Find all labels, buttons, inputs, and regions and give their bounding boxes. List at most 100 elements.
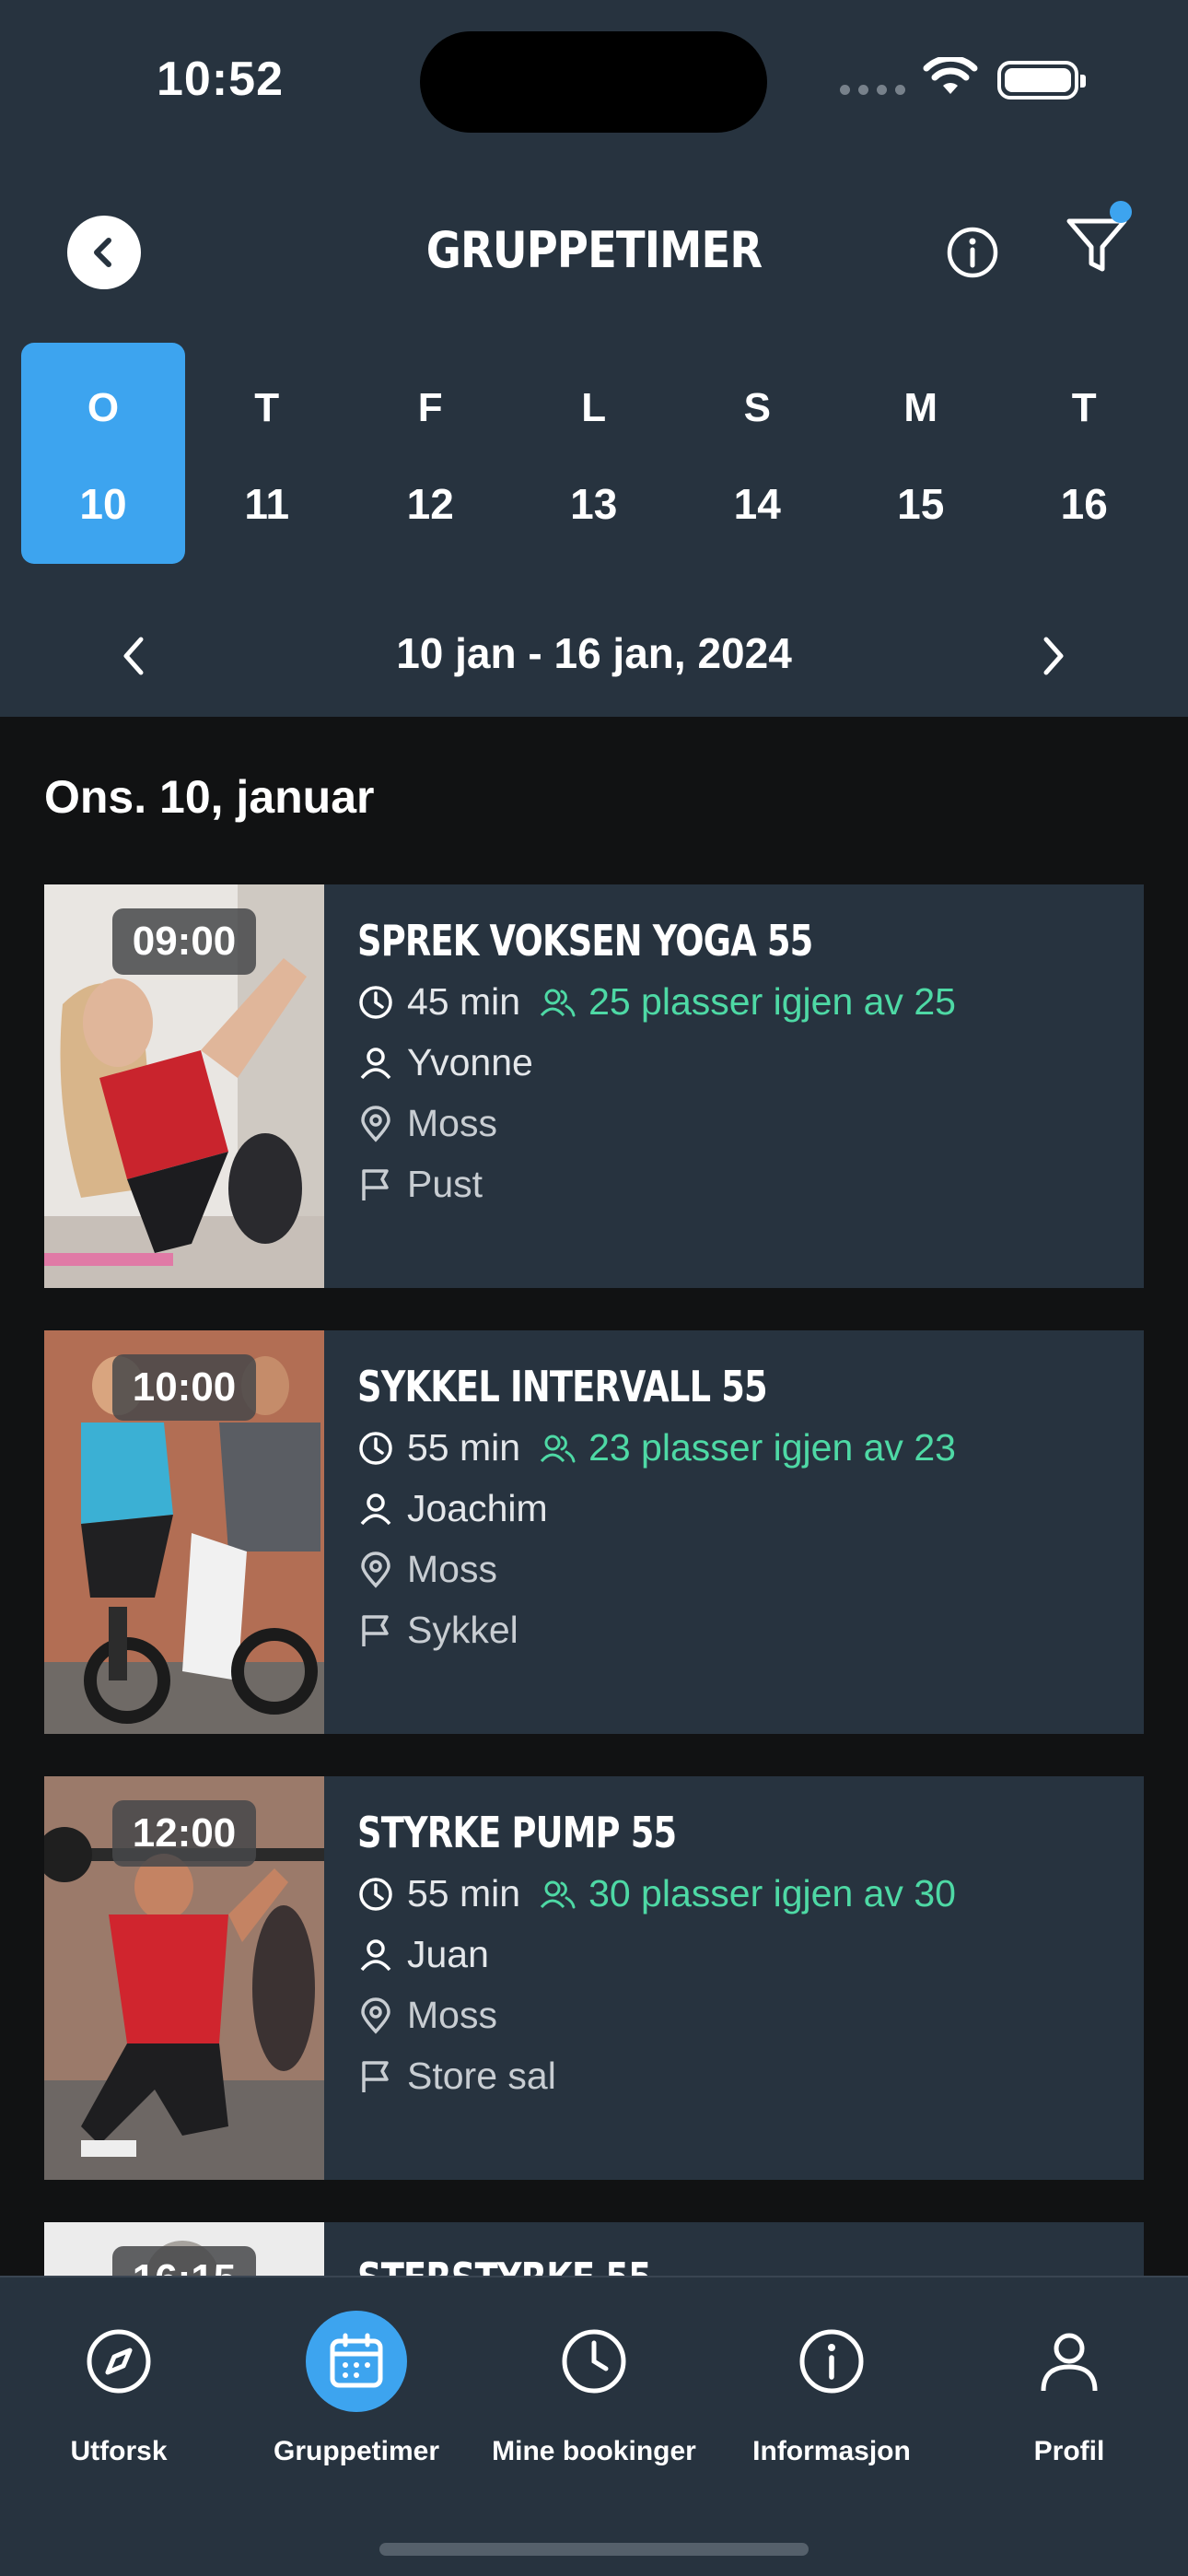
day-letter: L: [581, 385, 607, 430]
class-location: Moss: [407, 1548, 497, 1590]
day-number: 13: [570, 480, 618, 528]
compass-icon: [68, 2311, 169, 2412]
class-location-row: Moss: [357, 1548, 497, 1591]
user-icon: [1019, 2311, 1120, 2412]
flag-icon: [362, 1168, 389, 1200]
class-room-row: Store sal: [357, 2055, 556, 2098]
location-pin-icon: [361, 1105, 390, 1142]
day-button-mon-15[interactable]: M 15: [839, 343, 1003, 564]
class-image: 10:00: [44, 1330, 324, 1734]
user-icon: [360, 1493, 391, 1525]
class-location: Moss: [407, 1994, 497, 2036]
class-room-row: Pust: [357, 1163, 483, 1206]
class-time-badge: 10:00: [112, 1354, 256, 1421]
class-spots: 25 plasser igjen av 25: [588, 980, 956, 1023]
info-icon[interactable]: [945, 225, 1000, 280]
clock-icon: [359, 1877, 392, 1911]
class-room-row: Sykkel: [357, 1609, 518, 1652]
flag-icon: [362, 1614, 389, 1646]
day-letter: T: [254, 385, 280, 430]
tab-utforsk[interactable]: Utforsk: [0, 2277, 238, 2467]
bottom-tab-bar: Utforsk Gruppetimer Mine bookinger Infor…: [0, 2276, 1188, 2576]
tab-gruppetimer[interactable]: Gruppetimer: [238, 2277, 475, 2467]
class-instructor: Juan: [407, 1933, 489, 1975]
users-icon: [540, 989, 576, 1016]
class-time-badge: 09:00: [112, 908, 256, 975]
location-pin-icon: [361, 1551, 390, 1588]
clock-icon: [359, 1431, 392, 1465]
tab-profil[interactable]: Profil: [950, 2277, 1188, 2467]
tab-label: Profil: [1033, 2436, 1105, 2466]
day-button-wed-10[interactable]: O 10: [21, 343, 185, 564]
class-duration: 55 min: [407, 1872, 521, 1914]
class-instructor: Joachim: [407, 1487, 548, 1529]
class-card[interactable]: 10:00 SYKKEL INTERVALL 55 55 min 23 plas…: [44, 1330, 1144, 1734]
class-location-row: Moss: [357, 1102, 497, 1145]
class-duration-row: 55 min 30 plasser igjen av 30: [357, 1872, 956, 1915]
clock-icon: [543, 2311, 645, 2412]
users-icon: [540, 1434, 576, 1462]
filter-active-badge: [1110, 201, 1132, 223]
class-card[interactable]: 09:00 SPREK VOKSEN YOGA 55 45 min 25 pla…: [44, 884, 1144, 1288]
day-number: 11: [244, 480, 290, 528]
day-number: 10: [79, 480, 127, 528]
calendar-icon: [306, 2311, 407, 2412]
users-icon: [540, 1880, 576, 1908]
tab-informasjon[interactable]: Informasjon: [713, 2277, 950, 2467]
day-button-sat-13[interactable]: L 13: [512, 343, 676, 564]
tab-label: Utforsk: [70, 2436, 168, 2466]
class-room: Sykkel: [407, 1609, 518, 1651]
chevron-right-icon[interactable]: [1035, 630, 1072, 682]
day-letter: T: [1071, 385, 1097, 430]
class-spots: 30 plasser igjen av 30: [588, 1872, 956, 1914]
class-spots: 23 plasser igjen av 23: [588, 1426, 956, 1469]
tab-mine-bookinger[interactable]: Mine bookinger: [475, 2277, 713, 2467]
day-button-thu-11[interactable]: T 11: [185, 343, 349, 564]
day-number: 16: [1060, 480, 1108, 528]
battery-icon: [997, 61, 1086, 100]
day-letter: M: [903, 385, 938, 430]
user-icon: [360, 1938, 391, 1971]
class-title: STYRKE PUMP 55: [357, 1808, 677, 1857]
class-instructor-row: Yvonne: [357, 1041, 533, 1084]
class-title: SYKKEL INTERVALL 55: [357, 1362, 768, 1411]
week-range-navigator: 10 jan - 16 jan, 2024: [0, 623, 1188, 687]
class-time-badge: 12:00: [112, 1800, 256, 1867]
day-number: 15: [897, 480, 945, 528]
week-day-selector: O 10 T 11 F 12 L 13 S 14 M 15 T 16: [21, 343, 1166, 564]
class-image: 09:00: [44, 884, 324, 1288]
date-heading: Ons. 10, januar: [44, 771, 375, 823]
flag-icon: [362, 2060, 389, 2092]
class-instructor-row: Joachim: [357, 1487, 548, 1530]
class-image: 12:00: [44, 1776, 324, 2180]
tab-label: Gruppetimer: [273, 2436, 440, 2466]
class-duration-row: 55 min 23 plasser igjen av 23: [357, 1426, 956, 1469]
day-number: 12: [406, 480, 454, 528]
day-button-sun-14[interactable]: S 14: [676, 343, 840, 564]
class-card[interactable]: 12:00 STYRKE PUMP 55 55 min 30 plasser i…: [44, 1776, 1144, 2180]
day-letter: F: [417, 385, 443, 430]
class-duration: 45 min: [407, 980, 521, 1023]
class-location: Moss: [407, 1102, 497, 1144]
dynamic-island: [420, 31, 767, 133]
day-button-fri-12[interactable]: F 12: [349, 343, 513, 564]
user-icon: [360, 1047, 391, 1079]
info-icon: [781, 2311, 882, 2412]
tab-label: Informasjon: [752, 2436, 911, 2466]
class-location-row: Moss: [357, 1994, 497, 2037]
cellular-signal-icon: [840, 85, 905, 95]
clock-icon: [359, 985, 392, 1019]
day-button-tue-16[interactable]: T 16: [1003, 343, 1167, 564]
tab-label: Mine bookinger: [492, 2436, 696, 2466]
day-number: 14: [733, 480, 781, 528]
day-letter: O: [87, 385, 120, 430]
day-letter: S: [743, 385, 771, 430]
class-instructor: Yvonne: [407, 1041, 533, 1083]
class-room: Store sal: [407, 2055, 556, 2097]
status-time: 10:52: [157, 53, 284, 106]
class-room: Pust: [407, 1163, 483, 1205]
location-pin-icon: [361, 1996, 390, 2034]
class-duration-row: 45 min 25 plasser igjen av 25: [357, 980, 956, 1024]
class-instructor-row: Juan: [357, 1933, 489, 1976]
wifi-icon: [923, 57, 978, 94]
